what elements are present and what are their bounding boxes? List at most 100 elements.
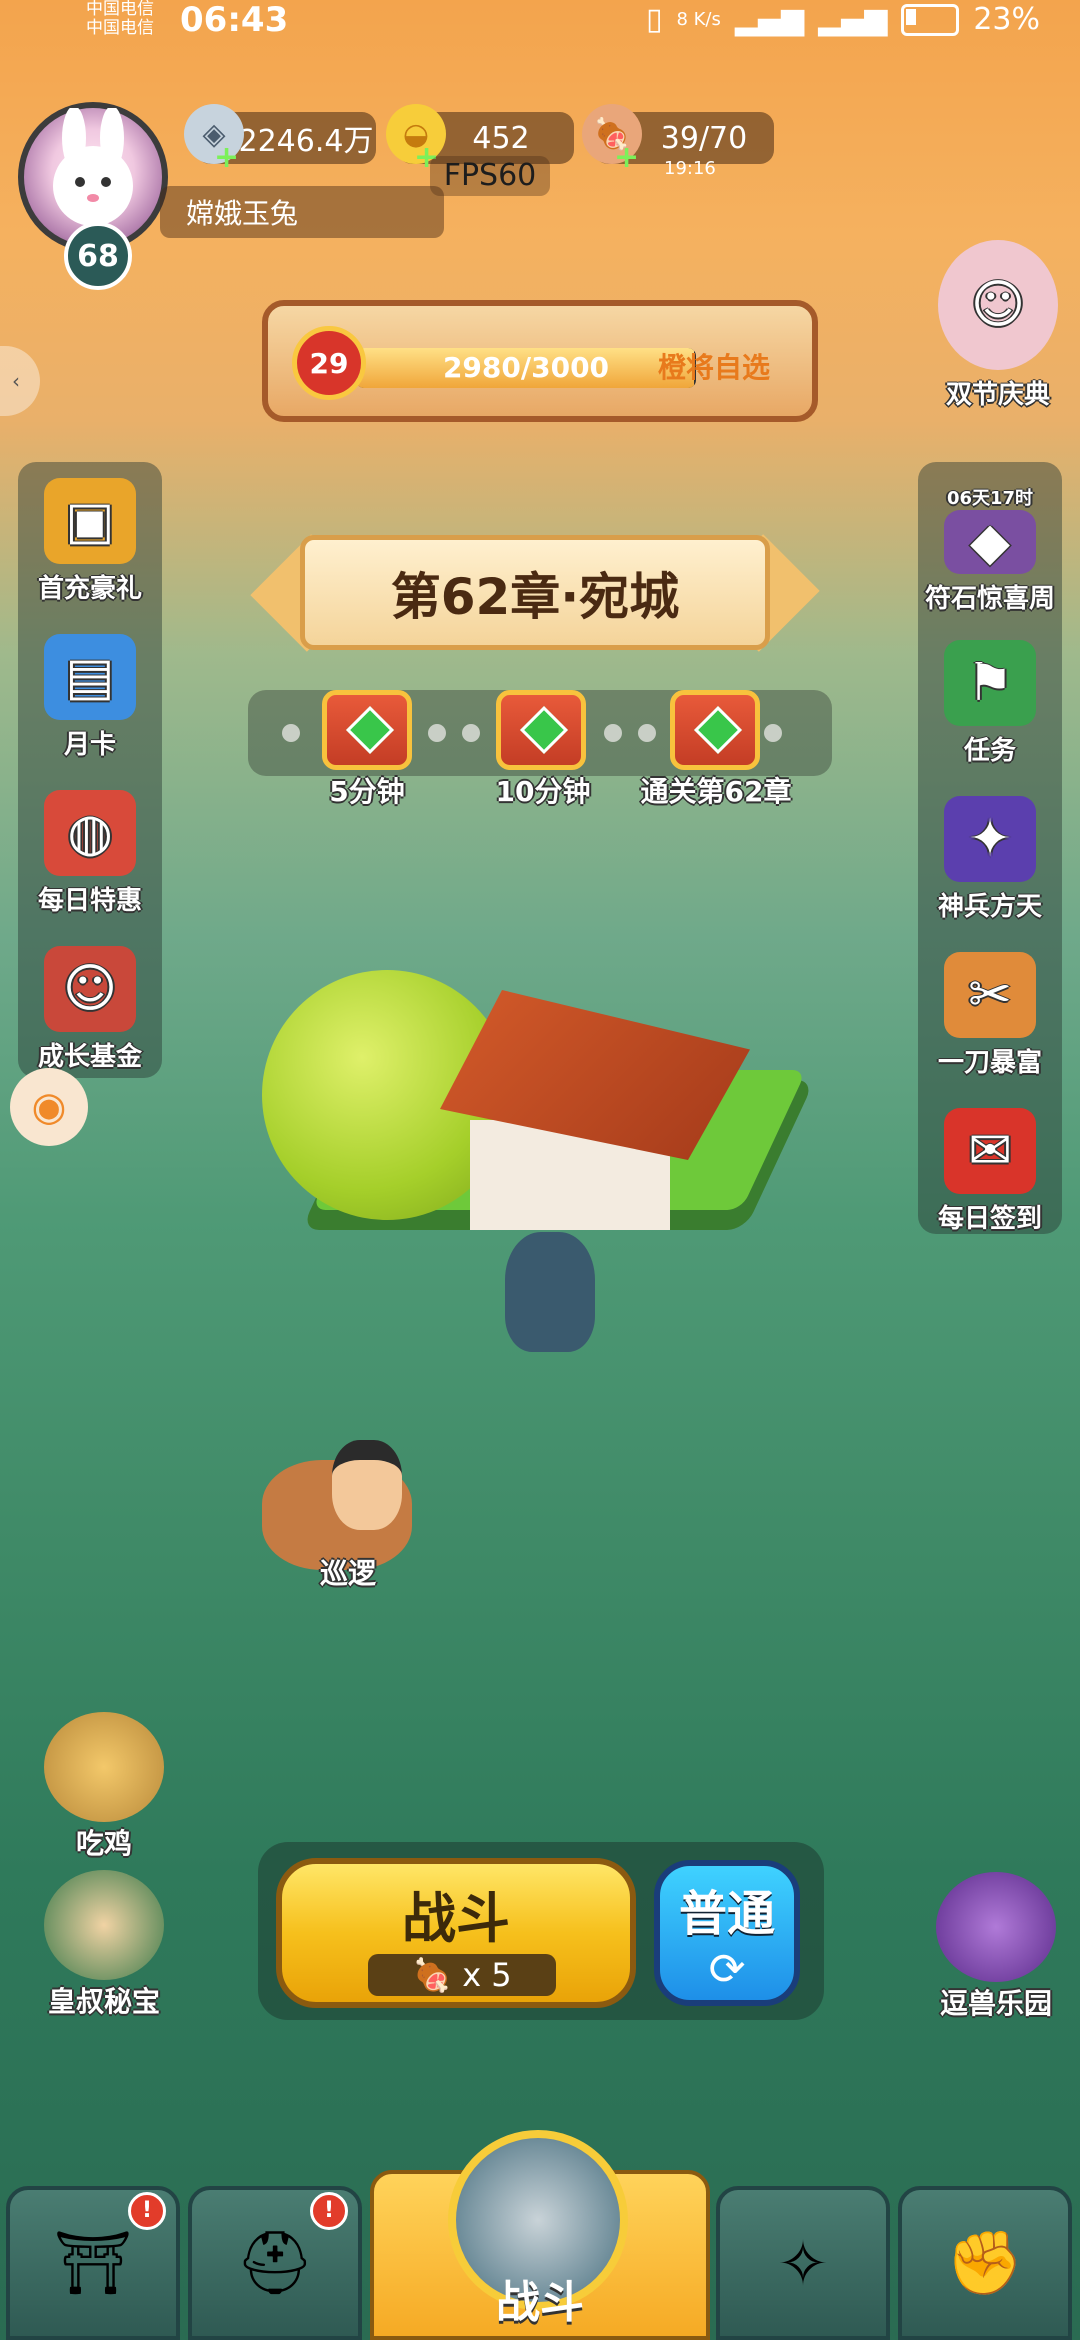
chicken-event-label: 吃鸡 bbox=[75, 1827, 132, 1860]
gamepad-icon[interactable]: ◉ bbox=[10, 1068, 88, 1146]
festival-girl-icon: ☺ bbox=[938, 240, 1058, 370]
reward-label-10min: 10分钟 bbox=[495, 775, 591, 808]
sale-tag-icon: ✂ bbox=[944, 952, 1036, 1038]
signal-icon-2: ▂▄▆ bbox=[818, 2, 888, 37]
castle-gate-icon: ⛩ bbox=[53, 2226, 133, 2299]
gold-amount: 452 bbox=[472, 120, 530, 156]
daily-sign-label: 每日签到 bbox=[937, 1204, 1042, 1234]
nav-tab-upgrade[interactable]: ✊ bbox=[898, 2186, 1072, 2340]
one-slash-rich-button[interactable]: ✂ 一刀暴富 bbox=[918, 952, 1062, 1079]
right-side-menu: 06天17时 ◆ 符石惊喜周 ⚑ 任务 ✦ 神兵方天 ✂ 一刀暴富 ✉ 每日签到 bbox=[918, 462, 1062, 1234]
first-recharge-button[interactable]: ▣ 首充豪礼 bbox=[18, 478, 162, 605]
track-dot bbox=[462, 724, 480, 742]
level-badge-icon: 29 bbox=[292, 326, 366, 400]
scroll-flag-icon: ⚑ bbox=[944, 640, 1036, 726]
player-name: 嫦娥玉兔 bbox=[186, 197, 299, 230]
add-stamina-icon[interactable]: + bbox=[614, 140, 639, 175]
silver-amount: 2246.4万 bbox=[238, 124, 374, 159]
player-level-badge: 68 bbox=[64, 222, 132, 290]
monthly-card-label: 月卡 bbox=[63, 730, 116, 760]
track-dot bbox=[282, 724, 300, 742]
meat-icon: 🍖 bbox=[412, 1956, 453, 1994]
chicken-hero-icon bbox=[44, 1712, 164, 1822]
double-festival-label: 双节庆典 bbox=[945, 380, 1050, 410]
beast-park-button[interactable]: 逗兽乐园 bbox=[912, 1872, 1080, 2022]
daily-sign-button[interactable]: ✉ 每日签到 bbox=[918, 1108, 1062, 1235]
uncle-treasure-button[interactable]: 皇叔秘宝 bbox=[24, 1870, 184, 2020]
track-dot bbox=[764, 724, 782, 742]
gift-bag-icon: ◍ bbox=[44, 790, 136, 876]
nav-tab-equipment[interactable]: ✧ bbox=[716, 2186, 890, 2340]
double-festival-button[interactable]: ☺ 双节庆典 bbox=[916, 240, 1080, 411]
refresh-icon: ⟳ bbox=[708, 1944, 746, 1995]
chapter-banner[interactable]: 第62章·宛城 bbox=[300, 535, 770, 650]
rune-chest-icon: ◆ bbox=[944, 510, 1036, 574]
uncle-hero-icon bbox=[44, 1870, 164, 1980]
monthly-card-button[interactable]: ▤ 月卡 bbox=[18, 634, 162, 761]
reward-chest-chapter[interactable] bbox=[670, 690, 760, 770]
battle-cost-value: x 5 bbox=[462, 1956, 512, 1994]
reward-chest-10min[interactable] bbox=[496, 690, 586, 770]
level-progress-track: 2980/3000 bbox=[356, 348, 696, 388]
halberd-icon: ✦ bbox=[944, 796, 1036, 882]
treasure-chest-icon: ▣ bbox=[44, 478, 136, 564]
fps-counter: FPS60 bbox=[430, 156, 550, 196]
status-bar: 中国电信 中国电信 06:43 ▯ 8 K/s ▂▄▆ ▂▄▆ 23% bbox=[0, 0, 1080, 45]
helmet-icon: ⛑ bbox=[235, 2226, 315, 2299]
left-side-menu: ▣ 首充豪礼 ▤ 月卡 ◍ 每日特惠 ☺ 成长基金 bbox=[18, 462, 162, 1078]
battle-title: 战斗 bbox=[402, 1887, 510, 1950]
nav-battle-label: 战斗 bbox=[496, 2277, 584, 2328]
rune-week-timer: 06天17时 bbox=[946, 488, 1034, 509]
carrier-2: 中国电信 bbox=[86, 18, 154, 38]
money-god-icon: ☺ bbox=[44, 946, 136, 1032]
quest-button[interactable]: ⚑ 任务 bbox=[918, 640, 1062, 767]
track-dot bbox=[604, 724, 622, 742]
upgrade-fist-icon: ✊ bbox=[946, 2226, 1024, 2299]
battle-button[interactable]: 战斗 🍖 x 5 bbox=[276, 1858, 636, 2008]
carrier-info: 中国电信 中国电信 bbox=[86, 0, 154, 38]
carrier-1: 中国电信 bbox=[86, 0, 154, 19]
daily-deal-button[interactable]: ◍ 每日特惠 bbox=[18, 790, 162, 917]
chapter-title: 第62章·宛城 bbox=[390, 567, 680, 626]
growth-fund-button[interactable]: ☺ 成长基金 bbox=[18, 946, 162, 1073]
daily-deal-label: 每日特惠 bbox=[37, 886, 142, 916]
reward-chest-5min[interactable] bbox=[322, 690, 412, 770]
vibrate-icon: ▯ bbox=[645, 2, 663, 37]
network-speed: 8 K/s bbox=[676, 9, 721, 30]
track-dot bbox=[638, 724, 656, 742]
first-recharge-label: 首充豪礼 bbox=[37, 574, 142, 604]
status-indicators: ▯ 8 K/s ▂▄▆ ▂▄▆ 23% bbox=[646, 2, 1040, 37]
rune-week-button[interactable]: 06天17时 ◆ 符石惊喜周 bbox=[910, 484, 1070, 615]
mode-switch-button[interactable]: 普通 ⟳ bbox=[654, 1860, 800, 2006]
clock: 06:43 bbox=[180, 0, 289, 40]
edge-collapse-button[interactable]: ‹ bbox=[0, 346, 40, 416]
track-dot bbox=[428, 724, 446, 742]
add-silver-icon[interactable]: + bbox=[214, 140, 239, 175]
player-name-bar[interactable]: 嫦娥玉兔 bbox=[160, 186, 444, 238]
level-progress-panel[interactable]: 2980/3000 29 橙将自选 bbox=[262, 300, 818, 422]
nav-tab-city[interactable]: ⛩ ! bbox=[6, 2186, 180, 2340]
divine-weapon-label: 神兵方天 bbox=[937, 892, 1042, 922]
stamina-timer: 19:16 bbox=[664, 158, 716, 179]
dragon-icon bbox=[936, 1872, 1056, 1982]
fan-weapon-icon: ✧ bbox=[777, 2226, 829, 2300]
bird-creature[interactable] bbox=[505, 1232, 595, 1352]
nav-city-alert-badge: ! bbox=[128, 2192, 166, 2230]
divine-weapon-button[interactable]: ✦ 神兵方天 bbox=[918, 796, 1062, 923]
beast-park-label: 逗兽乐园 bbox=[939, 1987, 1052, 2020]
chicken-event-button[interactable]: 吃鸡 bbox=[24, 1712, 184, 1862]
stamina-amount: 39/70 bbox=[660, 120, 748, 156]
reward-label-5min: 5分钟 bbox=[329, 775, 405, 808]
mode-label: 普通 bbox=[678, 1886, 775, 1942]
battery-icon bbox=[901, 3, 960, 36]
calendar-card-icon: ▤ bbox=[44, 634, 136, 720]
rider-hero bbox=[332, 1440, 402, 1530]
sign-envelope-icon: ✉ bbox=[944, 1108, 1036, 1194]
nav-tab-heroes[interactable]: ⛑ ! bbox=[188, 2186, 362, 2340]
orange-general-select[interactable]: 橙将自选 bbox=[658, 346, 770, 386]
one-slash-rich-label: 一刀暴富 bbox=[937, 1048, 1042, 1078]
battle-cost: 🍖 x 5 bbox=[368, 1954, 556, 1996]
level-progress-text: 2980/3000 bbox=[442, 351, 610, 384]
nav-heroes-alert-badge: ! bbox=[310, 2192, 348, 2230]
reward-label-chapter: 通关第62章 bbox=[640, 775, 792, 808]
